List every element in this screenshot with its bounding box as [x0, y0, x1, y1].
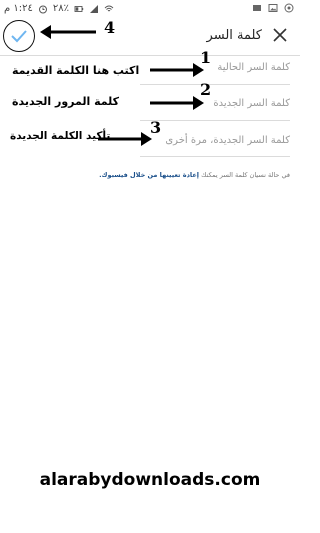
arrow-1-icon — [150, 63, 204, 77]
new-password-input[interactable]: كلمة السر الجديدة — [213, 98, 290, 109]
current-password-input[interactable]: كلمة السر الحالية — [217, 62, 290, 73]
annotation-number-1: 1 — [200, 48, 212, 67]
status-right — [252, 3, 294, 13]
notification-icon — [253, 5, 261, 11]
page-title: كلمة السر — [206, 28, 262, 43]
message-icon — [284, 3, 294, 13]
arrow-2-icon — [150, 96, 204, 110]
annotation-number-2: 2 — [200, 80, 212, 99]
alarm-icon — [38, 5, 47, 13]
field-divider — [140, 120, 290, 121]
forgot-password-text: في حالة نسيان كلمة السر يمكنك إعادة تعيي… — [99, 171, 290, 179]
reset-via-facebook-link[interactable]: إعادة تعيينها من خلال فيسبوك. — [99, 171, 199, 179]
close-button[interactable] — [270, 25, 290, 45]
confirm-button[interactable] — [3, 20, 35, 52]
forgot-password-prefix: في حالة نسيان كلمة السر يمكنك — [201, 171, 290, 179]
image-icon — [268, 4, 278, 12]
checkmark-icon — [11, 30, 27, 43]
status-bar: ١:٢٤ م ٢٨٪ — [0, 0, 300, 18]
status-left: ١:٢٤ م ٢٨٪ — [4, 3, 114, 14]
watermark: alarabydownloads.com — [39, 470, 261, 490]
field-divider — [140, 84, 290, 85]
close-icon — [273, 28, 287, 42]
field-divider — [140, 156, 290, 157]
annotation-number-3: 3 — [150, 118, 162, 137]
status-time: ١:٢٤ م — [4, 3, 33, 14]
battery-percent: ٢٨٪ — [52, 3, 69, 14]
confirm-password-input[interactable]: كلمة السر الجديدة، مرة أخرى — [165, 135, 290, 146]
signal-icon — [89, 4, 98, 13]
annotation-label-2: كلمة المرور الجديدة — [12, 95, 120, 108]
wifi-icon — [104, 5, 114, 11]
annotation-number-4: 4 — [104, 18, 116, 37]
battery-icon — [74, 5, 84, 12]
arrow-3-icon — [98, 132, 152, 146]
arrow-4-icon — [40, 25, 96, 39]
annotation-label-1: اكتب هنا الكلمة القديمة — [12, 64, 140, 77]
